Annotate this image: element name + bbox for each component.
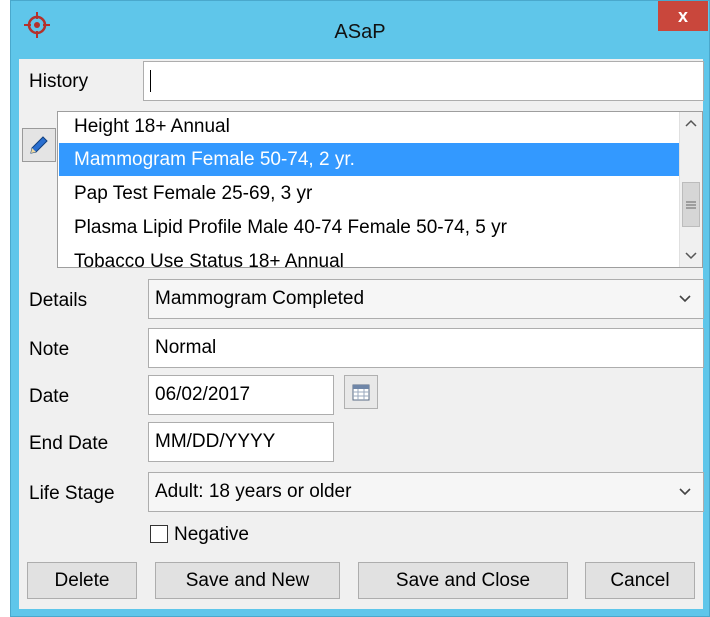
- scroll-thumb[interactable]: [682, 182, 700, 227]
- text-caret: [150, 70, 151, 92]
- pencil-icon: [30, 136, 48, 154]
- life-stage-value: Adult: 18 years or older: [155, 481, 352, 502]
- end-date-value: MM/DD/YYYY: [155, 431, 276, 452]
- dialog-body: History Height 18+ Annual Mammogram Fema…: [19, 59, 704, 609]
- history-search-input[interactable]: [143, 61, 704, 101]
- history-scrollbar[interactable]: [679, 112, 702, 267]
- details-value: Mammogram Completed: [155, 288, 365, 309]
- note-value: Normal: [155, 337, 217, 358]
- history-list[interactable]: Height 18+ Annual Mammogram Female 50-74…: [57, 111, 703, 268]
- negative-checkbox[interactable]: [150, 525, 168, 543]
- list-item[interactable]: Height 18+ Annual: [59, 112, 680, 143]
- details-select[interactable]: Mammogram Completed: [148, 279, 704, 319]
- close-button[interactable]: x: [658, 1, 708, 31]
- calendar-icon: [352, 384, 370, 401]
- details-label: Details: [29, 290, 88, 311]
- note-input[interactable]: Normal: [148, 328, 704, 368]
- chevron-down-icon: [679, 295, 691, 303]
- chevron-up-icon[interactable]: [680, 112, 702, 134]
- save-and-new-button[interactable]: Save and New: [155, 562, 340, 599]
- date-label: Date: [29, 386, 70, 407]
- list-item-selected[interactable]: Mammogram Female 50-74, 2 yr.: [59, 143, 680, 176]
- list-item[interactable]: Pap Test Female 25-69, 3 yr: [59, 177, 680, 210]
- life-stage-select[interactable]: Adult: 18 years or older: [148, 472, 704, 512]
- list-item[interactable]: Plasma Lipid Profile Male 40-74 Female 5…: [59, 211, 680, 244]
- chevron-down-icon: [679, 488, 691, 496]
- grip-icon: [686, 201, 696, 208]
- save-and-close-button[interactable]: Save and Close: [358, 562, 568, 599]
- date-value: 06/02/2017: [155, 384, 251, 405]
- date-input[interactable]: 06/02/2017: [148, 375, 334, 415]
- end-date-label: End Date: [29, 433, 109, 454]
- calendar-button[interactable]: [344, 375, 378, 409]
- edit-button[interactable]: [22, 128, 56, 162]
- cancel-button[interactable]: Cancel: [585, 562, 695, 599]
- life-stage-label: Life Stage: [29, 483, 115, 504]
- title-bar[interactable]: ASaP x: [11, 1, 709, 59]
- asap-dialog: ASaP x History Height 18+ Annual Mammogr…: [10, 0, 710, 617]
- delete-button[interactable]: Delete: [27, 562, 137, 599]
- negative-label[interactable]: Negative: [174, 524, 249, 546]
- window-title: ASaP: [334, 21, 386, 43]
- note-label: Note: [29, 339, 70, 360]
- end-date-input[interactable]: MM/DD/YYYY: [148, 422, 334, 462]
- history-label: History: [29, 71, 89, 92]
- list-item[interactable]: Tobacco Use Status 18+ Annual: [59, 245, 680, 268]
- chevron-down-icon[interactable]: [680, 245, 702, 267]
